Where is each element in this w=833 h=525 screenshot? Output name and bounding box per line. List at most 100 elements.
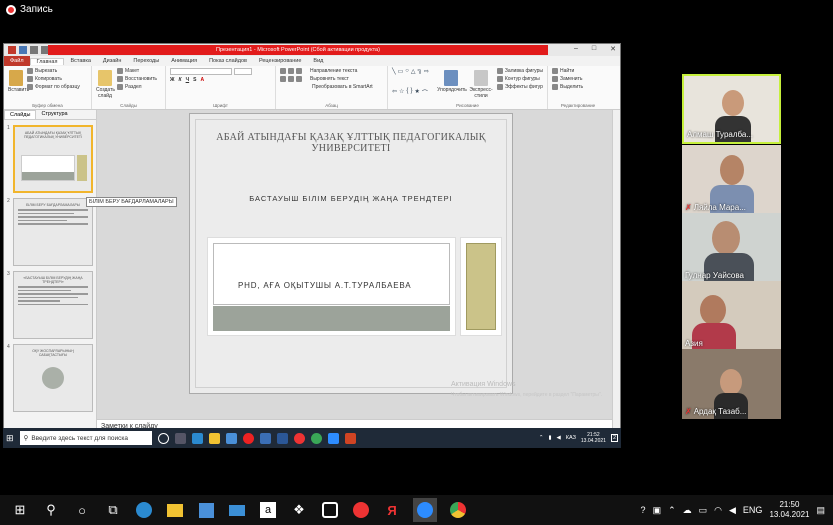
zoom-icon[interactable] [327,432,339,444]
align-row[interactable]: Выровнять текст [280,76,383,82]
replace-button[interactable]: Заменить [552,76,604,82]
copy-button[interactable]: Копировать [27,76,80,82]
thumbnail[interactable]: БІЛІМ БЕРУ БАҒДАРЛАМАЛАРЫ [13,198,93,266]
slide-thumb-1[interactable]: 1 АБАЙ АТЫНДАҒЫ ҚАЗАҚ ҰЛТТЫҚ ПЕДАГОГИКАЛ… [7,125,96,193]
cloud-icon[interactable]: ☁ [683,505,692,516]
align-text-label[interactable]: Выровнять текст [310,76,349,82]
vertical-scrollbar[interactable] [612,110,620,437]
arrange-button[interactable]: Упорядочить [437,68,467,107]
tab-file[interactable]: Файл [4,56,30,66]
thumbnail[interactable]: «БАСТАУЫШ БІЛІМ БЕРУДІҢ ЖАҢА ТРЕНДТЕРІ» [13,271,93,339]
thumbnail[interactable]: АБАЙ АТЫНДАҒЫ ҚАЗАҚ ҰЛТТЫҚ ПЕДАГОГИКАЛЫҚ… [13,125,93,193]
host-lang[interactable]: ENG [743,505,763,515]
smartart-row[interactable]: Преобразовать в SmartArt [280,84,383,90]
windows-start-icon[interactable]: ⊞ [10,500,30,520]
tab-slides[interactable]: Слайды [4,110,37,119]
taskview-icon[interactable] [174,432,186,444]
remote-clock[interactable]: 21:52 13.04.2021 [581,432,606,444]
taskview-icon[interactable]: ⧉ [103,500,123,520]
participant-tile-1[interactable]: Алмаш Туралба... [682,74,781,144]
mail-icon[interactable] [227,500,247,520]
teams-icon[interactable]: ▣ [653,505,662,516]
layout-button[interactable]: Макет [117,68,157,74]
dropbox-icon[interactable]: ❖ [289,500,309,520]
help-icon[interactable]: ? [641,505,646,515]
mail-icon[interactable] [259,432,271,444]
font-size-select[interactable] [234,68,252,75]
author-box[interactable]: PHD, АҒА ОҚЫТУШЫ А.Т.ТУРАЛБАЕВА [207,237,456,336]
tab-transitions[interactable]: Переходы [127,58,165,64]
media-icon[interactable] [320,500,340,520]
bold-icon[interactable]: Ж [170,77,175,83]
store-icon[interactable] [225,432,237,444]
minimize-icon[interactable]: – [574,45,578,53]
italic-icon[interactable]: К [179,77,182,83]
cortana-icon[interactable]: ○ [72,500,92,520]
windows-start-icon[interactable]: ⊞ [6,433,14,444]
tab-animation[interactable]: Анимация [165,58,203,64]
thumbnail[interactable]: ОҚУ ЖОСПАРЛАРЫНЫҢ САБАҚТАСТЫҒЫ [13,344,93,412]
notification-icon[interactable]: ▤ [816,505,825,516]
slide-author[interactable]: PHD, АҒА ОҚЫТУШЫ А.Т.ТУРАЛБАЕВА [238,281,411,290]
select-button[interactable]: Выделить [552,84,604,90]
slide-thumb-3[interactable]: 3 «БАСТАУЫШ БІЛІМ БЕРУДІҢ ЖАҢА ТРЕНДТЕРІ… [7,271,96,339]
align-left-icon[interactable] [280,76,286,82]
text-direction-label[interactable]: Направление текста [310,68,357,74]
wifi-icon[interactable]: ◠ [714,505,722,516]
chrome-icon[interactable] [448,500,468,520]
participant-tile-2[interactable]: ✗ Ляйла Мара... [682,145,781,215]
shape-outline-button[interactable]: Контур фигуры [496,76,543,82]
slide-thumb-2[interactable]: 2 БІЛІМ БЕРУ БАҒДАРЛАМАЛАРЫ [7,198,96,266]
amazon-icon[interactable]: a [258,500,278,520]
tab-slideshow[interactable]: Показ слайдов [203,58,253,64]
tab-design[interactable]: Дизайн [97,58,128,64]
underline-icon[interactable]: Ч [186,77,190,83]
tray-chevron-icon[interactable]: ⌃ [539,435,544,441]
section-button[interactable]: Раздел [117,84,157,90]
volume-icon[interactable]: ◀ [557,435,561,441]
cut-button[interactable]: Вырезать [27,68,80,74]
font-format-buttons[interactable]: ЖКЧSA [170,77,271,83]
yandex-icon[interactable] [351,500,371,520]
font-color-icon[interactable]: A [200,77,204,83]
host-clock[interactable]: 21:50 13.04.2021 [769,500,809,520]
undo-icon[interactable] [30,46,38,54]
bullets-row[interactable]: Направление текста [280,68,383,74]
slide-title[interactable]: АБАЙ АТЫНДАҒЫ ҚАЗАҚ ҰЛТТЫҚ ПЕДАГОГИКАЛЫҚ… [196,132,506,154]
explorer-icon[interactable] [165,500,185,520]
shape-fill-button[interactable]: Заливка фигуры [496,68,543,74]
opera-icon[interactable] [242,432,254,444]
battery-icon[interactable]: ▭ [699,505,708,516]
maximize-icon[interactable]: □ [592,45,596,53]
zoom-icon[interactable] [413,498,437,522]
edge-icon[interactable] [134,500,154,520]
edge-icon[interactable] [191,432,203,444]
tab-view[interactable]: Вид [307,58,329,64]
save-icon[interactable] [19,46,27,54]
tab-outline[interactable]: Структура [36,110,72,119]
explorer-icon[interactable] [208,432,220,444]
align-right-icon[interactable] [296,76,302,82]
remote-search-box[interactable]: ⚲ Введите здесь текст для поиска [19,431,152,445]
word-icon[interactable] [276,432,288,444]
yandex-browser-icon[interactable]: Я [382,500,402,520]
search-icon[interactable]: ⚲ [41,500,61,520]
volume-icon[interactable]: ◀ [729,505,736,516]
tray-chevron-icon[interactable]: ⌃ [668,505,676,516]
tab-insert[interactable]: Вставка [64,58,96,64]
new-slide-button[interactable]: Создать слайд [96,68,115,107]
font-name-select[interactable] [170,68,271,75]
quick-styles-button[interactable]: Экспресс-стили [468,68,494,107]
indent-icon[interactable] [296,68,302,74]
remote-lang[interactable]: КАЗ [566,435,576,441]
current-slide[interactable]: АБАЙ АТЫНДАҒЫ ҚАЗАҚ ҰЛТТЫҚ ПЕДАГОГИКАЛЫҚ… [190,114,512,393]
cortana-icon[interactable] [157,432,169,444]
store-icon[interactable] [196,500,216,520]
align-center-icon[interactable] [288,76,294,82]
tab-home[interactable]: Главная [29,57,65,65]
close-icon[interactable]: ✕ [610,45,616,53]
format-painter-button[interactable]: Формат по образцу [27,84,80,90]
strike-icon[interactable]: S [193,77,196,83]
participant-tile-4[interactable]: Азия [682,281,781,351]
shape-effects-button[interactable]: Эффекты фигур [496,84,543,90]
